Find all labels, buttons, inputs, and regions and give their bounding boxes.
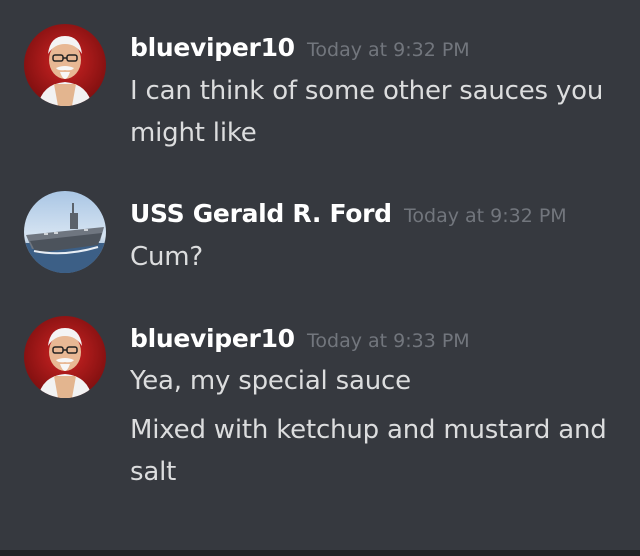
message-text: Cum? [130,242,203,272]
message-timestamp: Today at 9:33 PM [307,330,470,352]
message-timestamp: Today at 9:32 PM [404,205,567,227]
message-timestamp: Today at 9:32 PM [307,39,470,61]
message-author[interactable]: blueviper10 [130,324,295,353]
divider [0,550,640,556]
message-author[interactable]: blueviper10 [130,33,295,62]
colonel-avatar-icon[interactable] [24,316,106,398]
message-author[interactable]: USS Gerald R. Ford [130,199,392,228]
message-text: I can think of some other sauces you mig… [130,76,604,148]
message-text: Yea, my special sauce [130,366,411,396]
message-text: Mixed with ketchup and mustard and salt [130,415,607,487]
aircraft-carrier-avatar-icon[interactable] [24,191,106,273]
colonel-avatar-icon[interactable] [24,24,106,106]
